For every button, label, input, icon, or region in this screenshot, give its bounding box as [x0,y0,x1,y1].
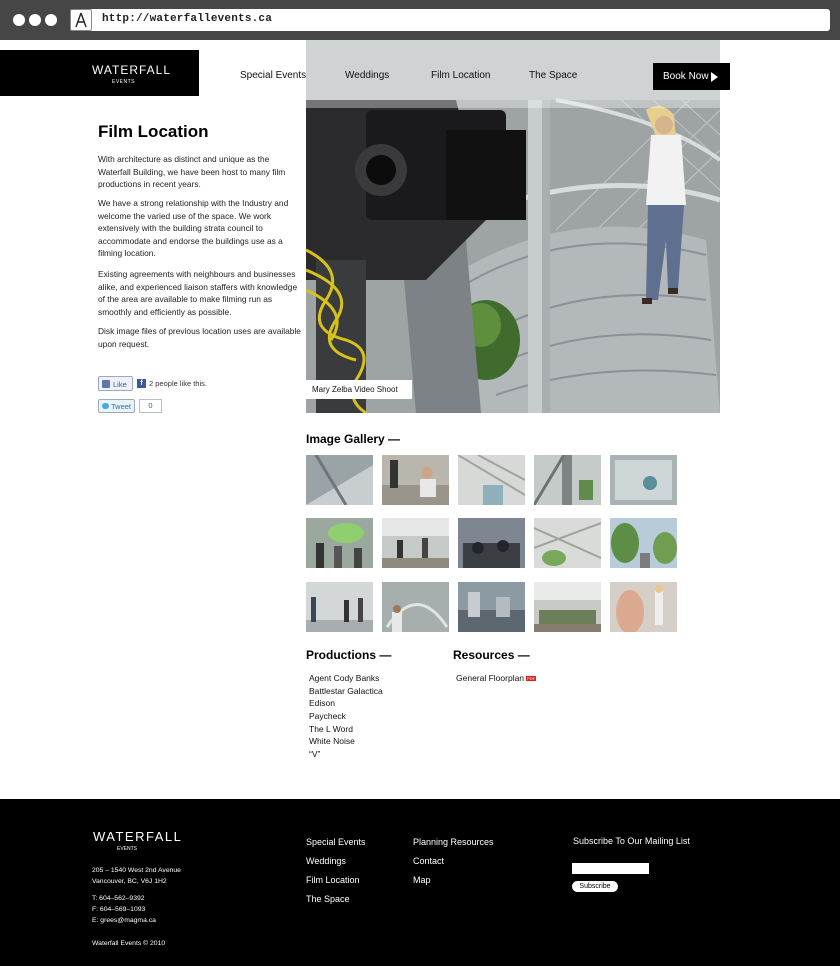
gallery-thumb[interactable] [610,518,677,568]
page-title: Film Location [98,122,209,141]
logo-wordmark: WATERFALL [92,63,172,77]
facebook-like-button[interactable]: Like [98,376,133,391]
logo-subtitle: EVENTS [112,79,136,85]
footer-address-line-1: 205 – 1540 West 2nd Avenue [92,867,181,874]
address-bar[interactable]: http://waterfallevents.ca [70,9,830,31]
address-url: http://waterfallevents.ca [102,13,273,25]
gallery-thumb[interactable] [610,582,677,632]
gallery-title: Image Gallery — [306,432,401,446]
nav-weddings[interactable]: Weddings [345,70,389,81]
intro-paragraph-3: Existing agreements with neighbours and … [98,269,298,317]
site-favicon-icon [70,9,92,31]
production-item: White Noise [309,736,355,746]
tweet-count: 0 [139,399,162,413]
footer-link-special-events[interactable]: Special Events [306,837,366,847]
intro-paragraph-4: Disk image files of previous location us… [98,326,301,349]
gallery-thumb[interactable] [382,518,449,568]
floorplan-pdf-link[interactable]: General Floorplan PDF [456,673,537,683]
browser-chrome: http://waterfallevents.ca [0,0,840,40]
gallery-thumb[interactable] [382,582,449,632]
footer-link-contact[interactable]: Contact [413,856,444,866]
footer-fax: F: 604–569–1093 [92,906,146,913]
footer-email[interactable]: E: grees@magma.ca [92,915,156,926]
footer-link-map[interactable]: Map [413,875,431,885]
tweet-button[interactable]: Tweet [98,399,135,413]
footer-link-planning-resources[interactable]: Planning Resources [413,837,494,847]
window-minimize-dot[interactable] [29,14,41,26]
gallery-thumb[interactable] [306,518,373,568]
nav-the-space[interactable]: The Space [529,70,577,81]
footer-copyright: Waterfall Events © 2010 [92,940,166,947]
gallery-thumb[interactable] [306,582,373,632]
footer-address-line-2: Vancouver, BC, V6J 1H2 [92,878,167,885]
resources-title: Resources — [453,648,530,662]
production-item: “V” [309,749,321,759]
site-logo[interactable]: WATERFALL EVENTS [0,50,199,96]
book-now-label: Book Now [663,71,709,82]
subscribe-button[interactable]: Subscribe [572,881,618,892]
subscribe-title: Subscribe To Our Mailing List [573,836,690,846]
hero-caption-text: Mary Zelba Video Shoot [312,385,398,394]
gallery-thumb[interactable] [610,455,677,505]
book-now-button[interactable]: Book Now [653,63,730,90]
gallery-thumb[interactable] [534,582,601,632]
footer-logo-subtitle: EVENTS [117,846,138,852]
tweet-label: Tweet [111,402,132,411]
footer-link-film-location[interactable]: Film Location [306,875,360,885]
window-zoom-dot[interactable] [45,14,57,26]
production-item: Battlestar Galactica [309,686,383,696]
gallery-thumb[interactable] [458,518,525,568]
hero-caption: Mary Zelba Video Shoot [306,380,412,399]
gallery-thumb[interactable] [458,582,525,632]
floorplan-label: General Floorplan [456,673,525,683]
gallery-thumb[interactable] [458,455,525,505]
gallery-thumb[interactable] [306,455,373,505]
play-arrow-icon [711,72,718,82]
nav-film-location[interactable]: Film Location [431,70,490,81]
footer-link-weddings[interactable]: Weddings [306,856,346,866]
productions-title: Productions — [306,648,392,662]
gallery-thumb[interactable] [382,455,449,505]
twitter-bird-icon [102,403,109,409]
window-close-dot[interactable] [13,14,25,26]
intro-paragraph-2: We have a strong relationship with the I… [98,198,289,258]
intro-paragraph-1: With architecture as distinct and unique… [98,154,286,189]
like-label: Like [113,380,127,389]
footer-link-the-space[interactable]: The Space [306,894,350,904]
thumbs-up-icon [102,380,110,388]
pdf-icon: PDF [526,676,537,681]
production-item: The L Word [309,724,353,734]
production-item: Edison [309,698,335,708]
subscribe-email-input[interactable] [572,863,649,874]
site-footer: WATERFALL EVENTS 205 – 1540 West 2nd Ave… [0,799,840,966]
footer-phone: T: 604–562–9392 [92,895,145,902]
production-item: Paycheck [309,711,346,721]
footer-logo[interactable]: WATERFALL [93,829,182,844]
like-count-text: 2 people like this. [149,379,207,388]
facebook-icon: f [137,379,146,388]
nav-special-events[interactable]: Special Events [240,70,306,81]
gallery-thumb[interactable] [534,455,601,505]
production-item: Agent Cody Banks [309,673,380,683]
gallery-thumb[interactable] [534,518,601,568]
